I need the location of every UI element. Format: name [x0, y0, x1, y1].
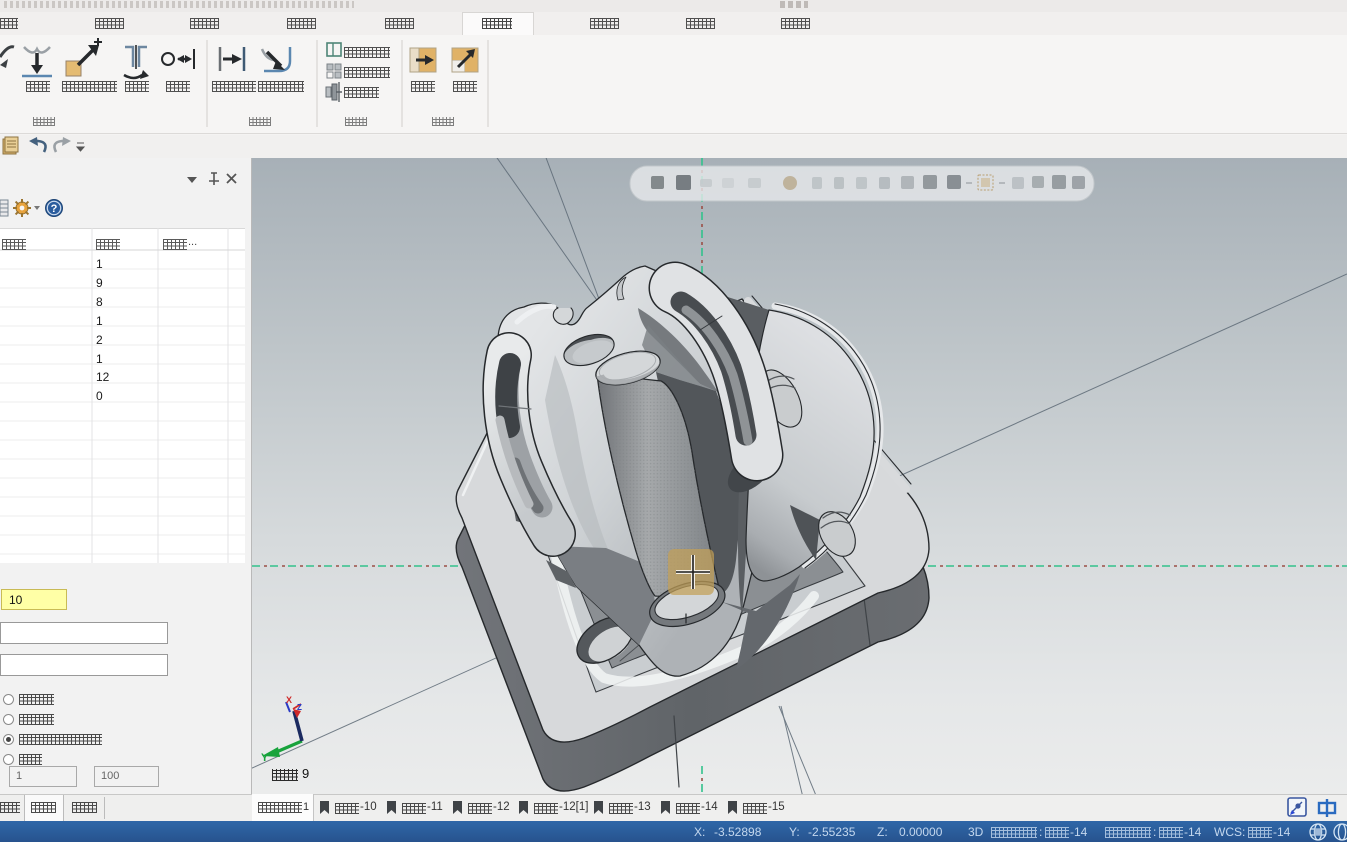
svg-text:Y: Y [261, 752, 269, 764]
svg-text:?: ? [51, 203, 58, 215]
svg-text:Z: Z [297, 703, 302, 712]
svg-text:X: X [286, 695, 292, 705]
